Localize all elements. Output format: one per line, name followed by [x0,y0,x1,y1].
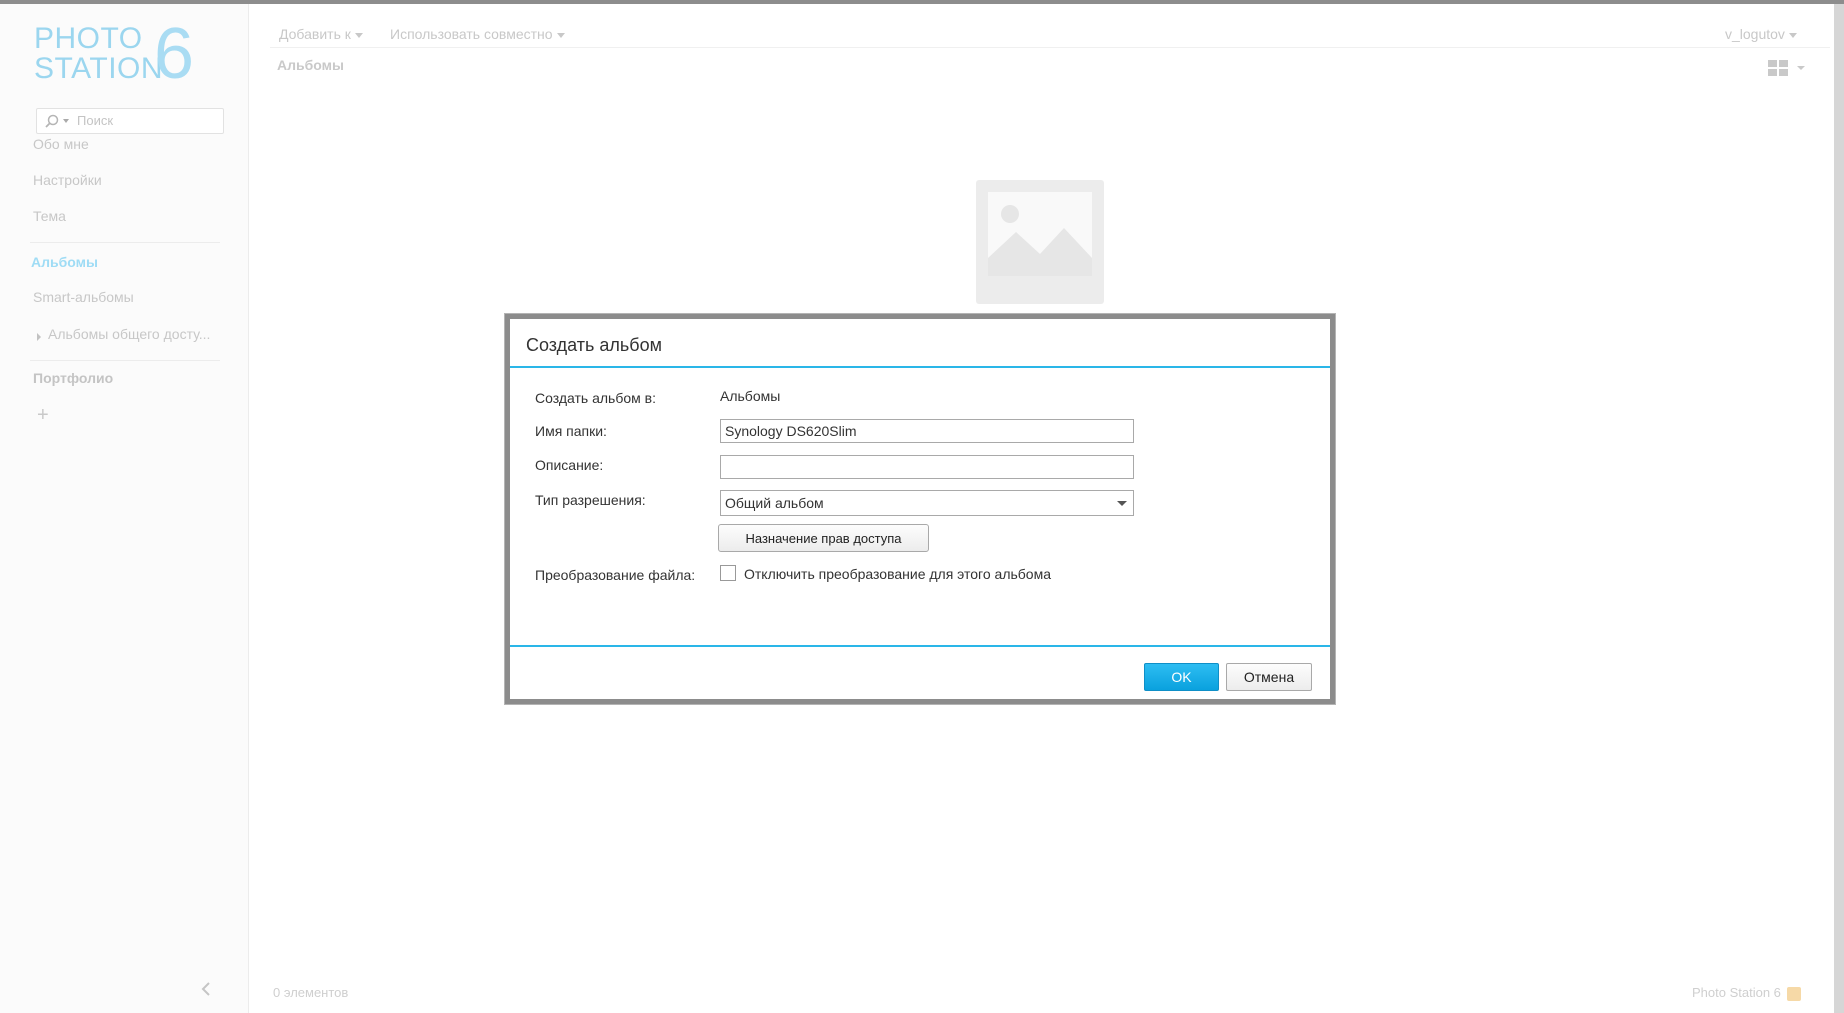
permission-type-select[interactable]: Общий альбом [720,490,1134,516]
items-count: 0 элементов [273,985,349,1000]
sidebar-item-settings[interactable]: Настройки [33,172,102,188]
search-placeholder[interactable]: Поиск [77,113,113,128]
search-box[interactable]: Поиск [36,108,224,134]
add-to-label: Добавить к [279,26,351,42]
sidebar-item-albums[interactable]: Альбомы [31,254,98,270]
add-to-menu[interactable]: Добавить к [279,26,363,42]
sidebar-divider [30,242,220,243]
sidebar-item-portfolio[interactable]: Портфолио [33,370,113,386]
user-name: v_logutov [1725,26,1785,42]
assign-permissions-button[interactable]: Назначение прав доступа [718,524,929,552]
description-label: Описание: [535,457,604,473]
add-icon[interactable]: + [37,404,49,427]
logo-text-line2: STATION [34,52,164,85]
chevron-down-icon [354,32,363,38]
dialog-header-divider [510,366,1330,368]
logo-number: 6 [154,14,195,94]
sidebar-item-shared-albums[interactable]: Альбомы общего досту... [48,326,210,342]
create-in-value: Альбомы [720,388,781,404]
disable-conversion-label[interactable]: Отключить преобразование для этого альбо… [744,566,1051,582]
dialog-title: Создать альбом [526,335,662,355]
chevron-down-icon [1117,501,1127,506]
sidebar-item-smart-albums[interactable]: Smart-альбомы [33,289,134,305]
permission-type-value: Общий альбом [725,495,824,511]
create-album-dialog: Создать альбом Создать альбом в: Альбомы… [505,314,1335,704]
chevron-down-icon [556,32,565,38]
header-divider [270,47,1830,48]
rss-icon[interactable] [1786,986,1801,1001]
chevron-down-icon [1788,32,1797,38]
toolbar: Добавить к Использовать совместно v_logu… [248,4,1834,48]
file-conversion-label: Преобразование файла: [535,567,696,583]
chevron-down-icon[interactable] [63,119,69,123]
dialog-footer-divider [510,645,1330,647]
photo-station-logo: PHOTO STATION 6 [34,18,204,90]
disable-conversion-checkbox[interactable] [720,565,736,581]
create-in-label: Создать альбом в: [535,390,656,406]
footer-app-label: Photo Station 6 [1692,985,1781,1000]
logo-text-line1: PHOTO [34,22,143,55]
sidebar-item-about[interactable]: Обо мне [33,136,89,152]
sidebar: PHOTO STATION 6 Поиск Обо мне Настройки … [0,4,249,1013]
share-label: Использовать совместно [390,26,553,42]
window-right-edge [1834,4,1844,1013]
empty-album-image-icon [976,180,1104,304]
folder-name-label: Имя папки: [535,423,607,439]
collapse-sidebar-icon[interactable] [200,982,212,996]
expand-arrow-icon[interactable] [37,333,41,341]
sidebar-item-theme[interactable]: Тема [33,208,66,224]
landscape-icon [988,205,1092,276]
footer-app-name: Photo Station 6 [1692,985,1801,1001]
search-icon [45,114,59,128]
image-placeholder-frame [988,192,1092,276]
user-menu[interactable]: v_logutov [1725,26,1797,42]
view-mode-grid-icon[interactable] [1768,60,1806,78]
permission-type-label: Тип разрешения: [535,492,646,508]
ok-button[interactable]: OK [1144,663,1219,691]
cancel-button[interactable]: Отмена [1226,663,1312,691]
share-menu[interactable]: Использовать совместно [390,26,565,42]
sidebar-divider [30,360,220,361]
breadcrumb: Альбомы [277,57,344,73]
description-input[interactable] [720,455,1134,479]
folder-name-input[interactable] [720,419,1134,443]
